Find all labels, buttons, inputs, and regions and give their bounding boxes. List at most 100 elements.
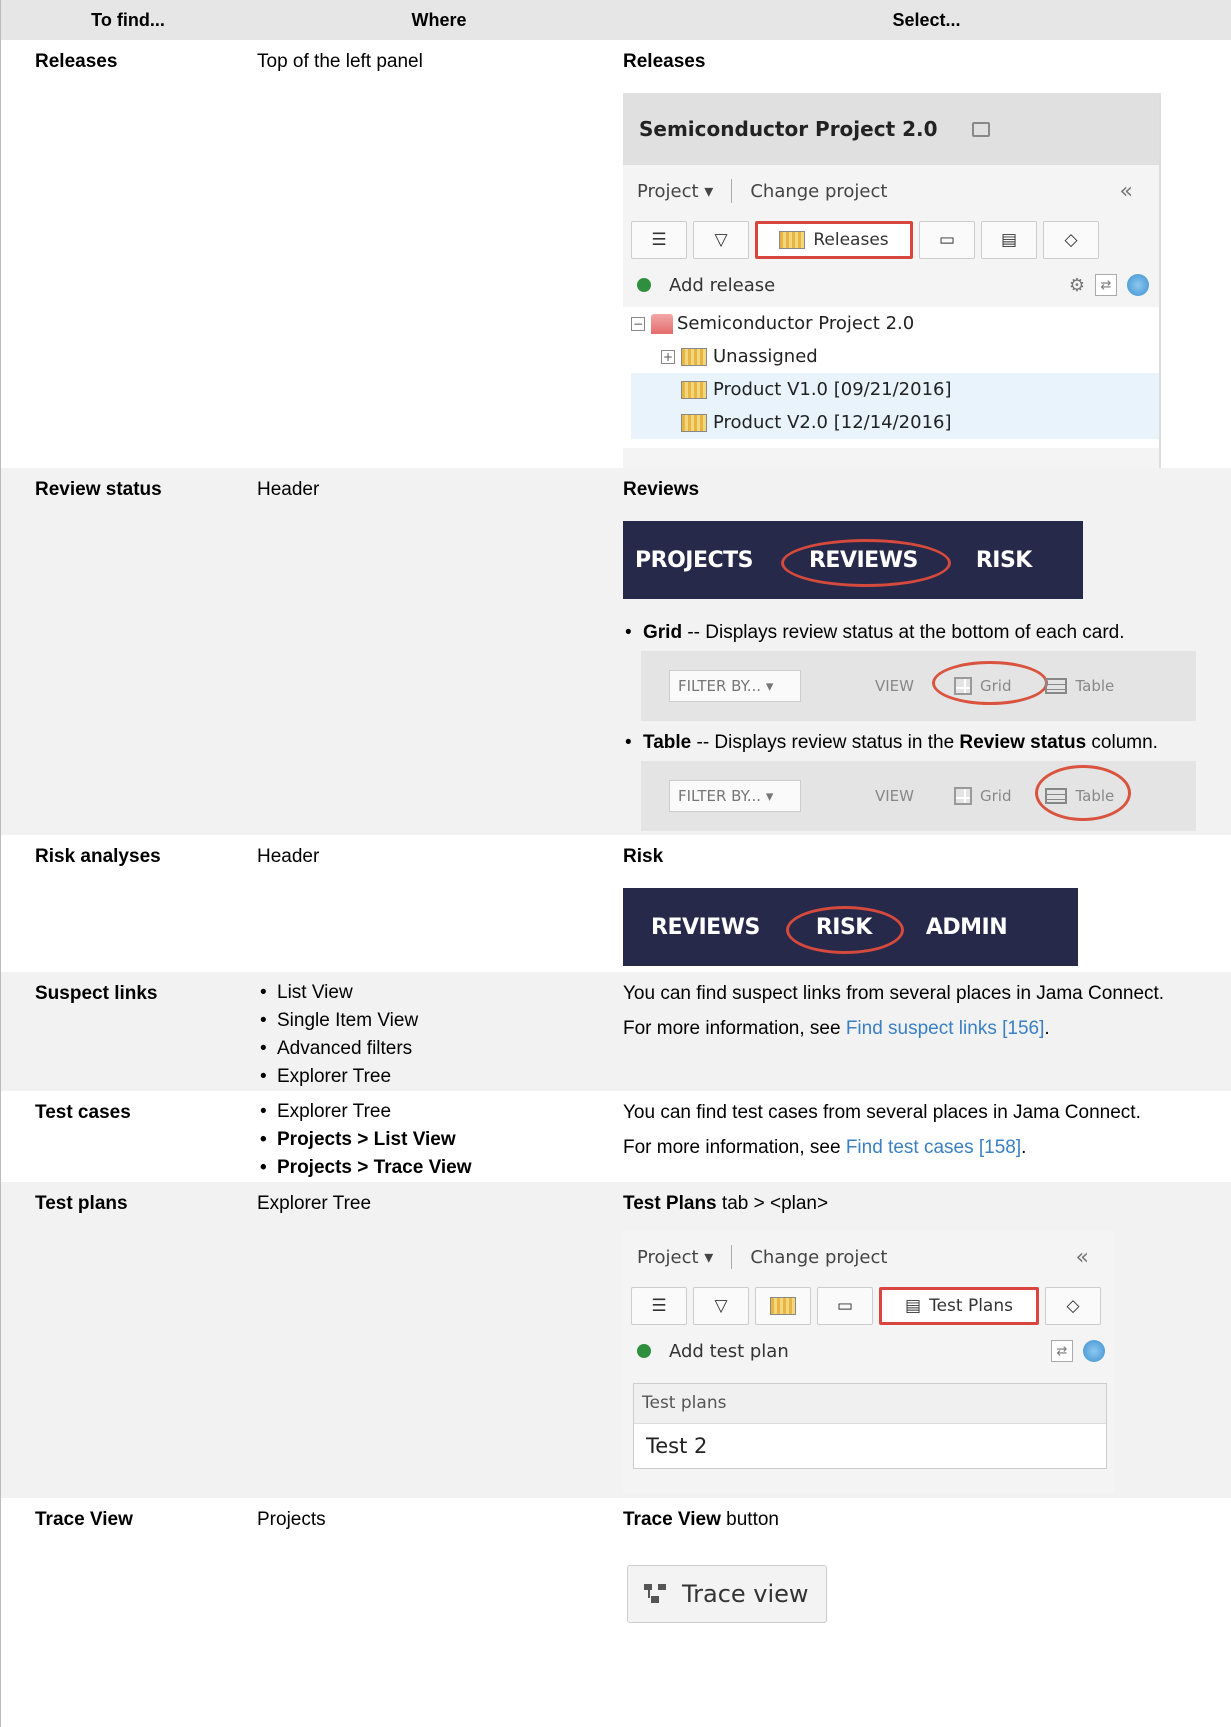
table-row: Risk analyses Header Risk REVIEWS RISK A… [1, 835, 1231, 972]
tree-item-label: Unassigned [713, 346, 818, 367]
view-label: VIEW [875, 786, 914, 805]
release-icon [681, 347, 707, 366]
tree-item[interactable]: Product V1.0 [09/21/2016] [631, 373, 1159, 406]
header-nav-screenshot: PROJECTS REVIEWS RISK [623, 521, 1083, 599]
tab-filters[interactable]: ▽ [693, 221, 749, 259]
project-title: Semiconductor Project 2.0 [639, 116, 938, 141]
row-select: You can find test cases from several pla… [621, 1091, 1231, 1182]
gear-icon[interactable]: ⚙ [1069, 274, 1085, 297]
project-bar: Project ▾ Change project « [623, 165, 1159, 217]
tab-test-plans[interactable]: ▤ [981, 221, 1037, 259]
tab-baselines[interactable]: ▭ [817, 1287, 873, 1325]
grid-toggle[interactable]: Grid [954, 785, 1011, 808]
collapse-toggle-icon[interactable]: − [631, 316, 645, 331]
table-icon [1045, 678, 1068, 694]
tab-tags[interactable]: ◇ [1045, 1287, 1101, 1325]
table-row: Review status Header Reviews PROJECTS RE… [1, 468, 1231, 835]
change-project-link[interactable]: Change project [750, 180, 887, 203]
table-toggle[interactable]: Table [1045, 675, 1114, 698]
tree-item-label: Product V1.0 [09/21/2016] [713, 379, 952, 400]
nav-reviews[interactable]: REVIEWS [651, 916, 760, 939]
tab-baselines[interactable]: ▭ [919, 221, 975, 259]
select-label: Risk [623, 846, 664, 867]
row-where: Explorer Tree Projects > List View Proje… [255, 1091, 621, 1182]
help-icon[interactable] [1083, 1340, 1105, 1362]
project-menu[interactable]: Project ▾ [637, 1246, 713, 1269]
nav-reviews[interactable]: REVIEWS [780, 538, 951, 587]
collapse-icon[interactable]: « [1076, 1246, 1089, 1269]
list-item: Explorer Tree [257, 1098, 613, 1126]
tab-explorer[interactable]: ☰ [631, 221, 687, 259]
lookup-table: To find... Where Select... Releases Top … [1, 0, 1231, 1663]
tab-label: Releases [813, 229, 889, 250]
add-release-row[interactable]: Add release ⚙ ⇄ [623, 263, 1159, 307]
table-header-row: To find... Where Select... [1, 0, 1231, 40]
tab-tags[interactable]: ◇ [1043, 221, 1099, 259]
nav-risk[interactable]: RISK [976, 549, 1033, 572]
divider [731, 1245, 733, 1269]
table-toggle[interactable]: Table [1035, 764, 1132, 821]
add-test-plan-row[interactable]: Add test plan ⇄ [623, 1329, 1115, 1373]
row-where: Explorer Tree [255, 1182, 621, 1498]
project-bar: Project ▾ Change project « [623, 1231, 1115, 1283]
toolbar-icons: ⚙ ⇄ [1069, 274, 1149, 297]
grid-toggle[interactable]: Grid [932, 660, 1048, 705]
tree-item-label: Product V2.0 [12/14/2016] [713, 412, 952, 433]
clipboard-icon: ▤ [905, 1295, 922, 1316]
table-view-screenshot: FILTER BY... ▾ VIEW Grid Table [641, 761, 1196, 831]
nav-admin[interactable]: ADMIN [926, 916, 1008, 939]
tab-releases[interactable] [755, 1287, 811, 1325]
select-rest: button [720, 1509, 779, 1530]
tree-item[interactable]: Product V2.0 [12/14/2016] [631, 406, 1159, 439]
toolbar-icons: ⇄ [1051, 1340, 1105, 1362]
release-icon [681, 380, 707, 399]
list-icon: ☰ [651, 229, 667, 250]
tree-item[interactable]: + Unassigned [631, 340, 1159, 373]
filter-dropdown[interactable]: FILTER BY... ▾ [669, 670, 801, 702]
refresh-icon[interactable]: ⇄ [1095, 274, 1117, 296]
period: . [1044, 1018, 1050, 1039]
filter-icon: ▽ [714, 1295, 728, 1316]
test-plan-row[interactable]: Test 2 [634, 1424, 1106, 1468]
row-find: Risk analyses [35, 846, 161, 867]
tree-root[interactable]: − Semiconductor Project 2.0 [631, 307, 1159, 340]
list-item: Advanced filters [257, 1035, 613, 1063]
select-text: You can find test cases from several pla… [623, 1102, 1141, 1123]
tab-explorer[interactable]: ☰ [631, 1287, 687, 1325]
tab-releases[interactable]: Releases [755, 221, 913, 259]
help-icon[interactable] [1127, 274, 1149, 296]
trace-icon [644, 1584, 670, 1604]
tree-root-label: Semiconductor Project 2.0 [677, 313, 915, 334]
select-label: Trace View button [623, 1508, 1224, 1531]
change-project-link[interactable]: Change project [750, 1246, 887, 1269]
find-suspect-links-link[interactable]: Find suspect links [156] [846, 1018, 1045, 1039]
test-plans-screenshot: Project ▾ Change project « ☰ ▽ ▭ ▤ Test … [623, 1231, 1115, 1493]
trace-view-button[interactable]: Trace view [627, 1565, 827, 1623]
filter-dropdown[interactable]: FILTER BY... ▾ [669, 780, 801, 812]
view-label: VIEW [875, 676, 914, 695]
tab-test-plans[interactable]: ▤ Test Plans [879, 1287, 1039, 1325]
project-menu[interactable]: Project ▾ [637, 180, 713, 203]
select-label: Test Plans tab > <plan> [623, 1192, 1224, 1215]
nav-risk[interactable]: RISK [785, 905, 904, 954]
col-header-select: Select... [621, 0, 1231, 40]
where-list: Explorer Tree Projects > List View Proje… [257, 1098, 613, 1182]
more-info: For more information, see Find test case… [623, 1136, 1224, 1159]
row-find: Review status [1, 468, 255, 835]
expand-toggle-icon[interactable]: + [661, 349, 675, 364]
add-test-plan-label: Add test plan [669, 1340, 789, 1362]
find-test-cases-link[interactable]: Find test cases [158] [846, 1137, 1021, 1158]
row-select: Test Plans tab > <plan> Project ▾ Change… [621, 1182, 1231, 1498]
row-find: Trace View [35, 1509, 133, 1530]
collapse-icon[interactable]: « [1120, 180, 1133, 203]
tab-filters[interactable]: ▽ [693, 1287, 749, 1325]
list-icon: ☰ [651, 1295, 667, 1316]
list-item: Explorer Tree [257, 1063, 613, 1091]
grid-toggle-label: Grid [980, 786, 1012, 805]
row-select: Trace View button Trace view [621, 1498, 1231, 1663]
refresh-icon[interactable]: ⇄ [1051, 1340, 1073, 1362]
row-select: Risk REVIEWS RISK ADMIN [621, 835, 1231, 972]
nav-projects[interactable]: PROJECTS [635, 549, 753, 572]
trace-view-label: Trace view [682, 1579, 809, 1608]
divider [731, 179, 733, 203]
